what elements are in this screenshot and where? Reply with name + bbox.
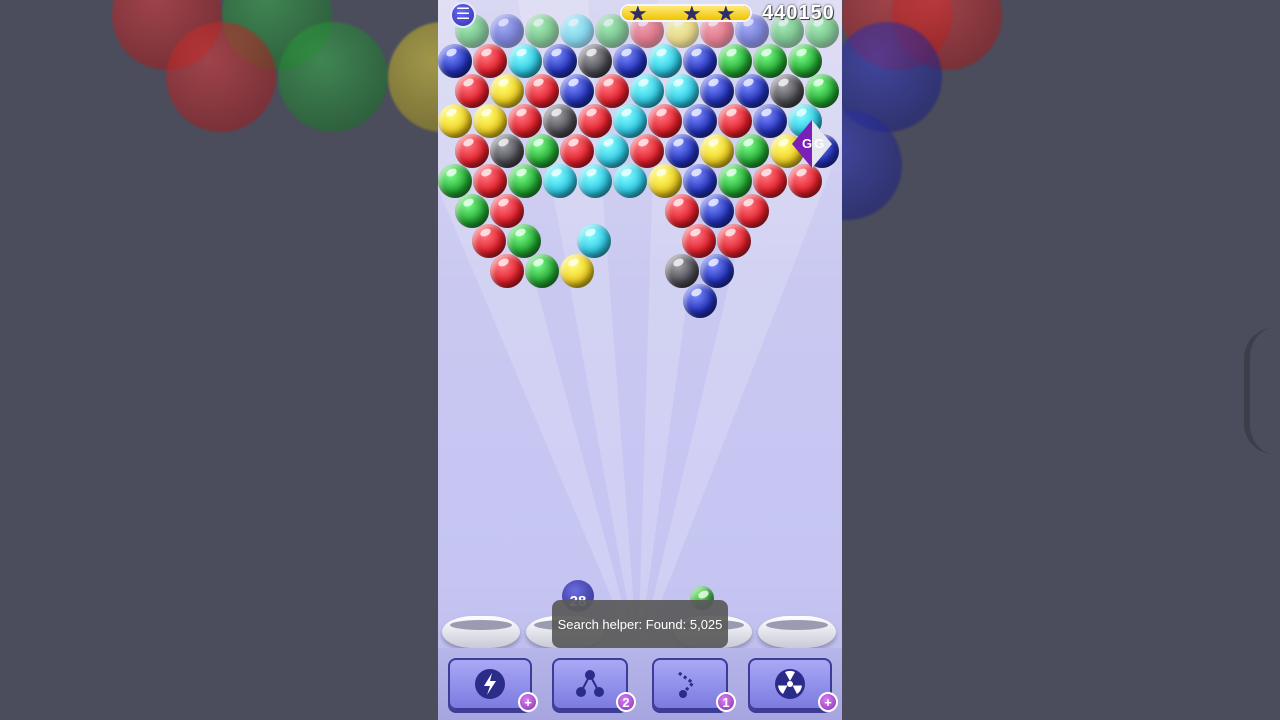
bubble — [473, 44, 507, 78]
bubble — [700, 74, 734, 108]
aim-line-icon — [678, 671, 696, 698]
bubble — [438, 104, 472, 138]
bubble — [805, 74, 839, 108]
bucket — [442, 616, 520, 648]
bubble — [718, 44, 752, 78]
booster-triangle-button[interactable]: 2 — [552, 658, 636, 712]
blurred-background-right — [842, 0, 1280, 720]
bubble — [560, 74, 594, 108]
bubble — [630, 74, 664, 108]
bubble — [665, 134, 699, 168]
gg-label: GG — [802, 136, 827, 151]
bubble — [525, 254, 559, 288]
bubble — [665, 254, 699, 288]
bubble — [595, 134, 629, 168]
booster-bomb-count: + — [818, 692, 838, 712]
bubble — [735, 134, 769, 168]
booster-aim-button[interactable]: 1 — [652, 658, 736, 712]
bubble — [613, 44, 647, 78]
bubble — [718, 104, 752, 138]
bubble — [525, 134, 559, 168]
bubble — [753, 104, 787, 138]
bubble — [665, 74, 699, 108]
booster-lightning-button[interactable]: + — [448, 658, 538, 712]
bubble — [700, 254, 734, 288]
bubble — [718, 164, 752, 198]
bubble — [613, 164, 647, 198]
bubble — [753, 44, 787, 78]
bubble — [648, 164, 682, 198]
star-icon: ★ — [682, 4, 702, 22]
bubble — [717, 224, 751, 258]
bubble — [473, 104, 507, 138]
bubble — [648, 44, 682, 78]
triangle-spread-icon — [576, 670, 604, 697]
bubble — [700, 134, 734, 168]
bubble — [630, 134, 664, 168]
bubble — [472, 224, 506, 258]
booster-lightning-count: + — [518, 692, 538, 712]
bubble — [665, 194, 699, 228]
bubble — [490, 134, 524, 168]
score-progress-bar: ★ ★ ★ — [620, 4, 752, 22]
bubble — [543, 44, 577, 78]
bubble — [577, 224, 611, 258]
bubble — [735, 194, 769, 228]
bubble — [508, 44, 542, 78]
bubble — [648, 104, 682, 138]
bubble — [578, 164, 612, 198]
toast-message: Search helper: Found: 5,025 — [552, 600, 728, 648]
star-icon: ★ — [628, 4, 648, 22]
bubble — [507, 224, 541, 258]
blurred-background-left — [0, 0, 438, 720]
bucket — [758, 616, 836, 648]
bubble — [683, 44, 717, 78]
bubble — [788, 44, 822, 78]
bubble — [543, 164, 577, 198]
bubble — [438, 44, 472, 78]
game-guardian-overlay[interactable]: GG — [792, 120, 832, 168]
bubble — [700, 194, 734, 228]
bubble — [613, 104, 647, 138]
bubble — [490, 254, 524, 288]
bubble — [560, 134, 594, 168]
booster-triangle-count: 2 — [616, 692, 636, 712]
bubble — [455, 134, 489, 168]
bubble — [578, 44, 612, 78]
bubble — [682, 224, 716, 258]
bubble — [683, 104, 717, 138]
bubble — [455, 194, 489, 228]
bubble — [508, 164, 542, 198]
menu-button[interactable]: ☰ — [450, 2, 476, 28]
bubble — [595, 74, 629, 108]
bubble — [473, 164, 507, 198]
bubble — [788, 164, 822, 198]
booster-aim-count: 1 — [716, 692, 736, 712]
lightning-ball-icon — [475, 669, 505, 699]
radiation-icon — [775, 669, 805, 699]
bubble — [490, 194, 524, 228]
bubble — [543, 104, 577, 138]
bubble — [508, 104, 542, 138]
bubble — [455, 74, 489, 108]
bubble — [770, 74, 804, 108]
booster-bomb-button[interactable]: + — [748, 658, 838, 712]
bubble — [735, 74, 769, 108]
bubble — [438, 164, 472, 198]
bubble — [753, 164, 787, 198]
bubble — [525, 74, 559, 108]
top-bar: ☰ ★ ★ ★ 440150 — [438, 0, 842, 30]
star-icon: ★ — [716, 4, 736, 22]
side-panel-handle[interactable] — [1244, 328, 1280, 454]
bubble — [683, 284, 717, 318]
bubble — [578, 104, 612, 138]
score-value: 440150 — [762, 2, 835, 24]
bubble — [560, 254, 594, 288]
bubble — [490, 74, 524, 108]
hamburger-icon: ☰ — [455, 6, 471, 23]
bubble — [683, 164, 717, 198]
